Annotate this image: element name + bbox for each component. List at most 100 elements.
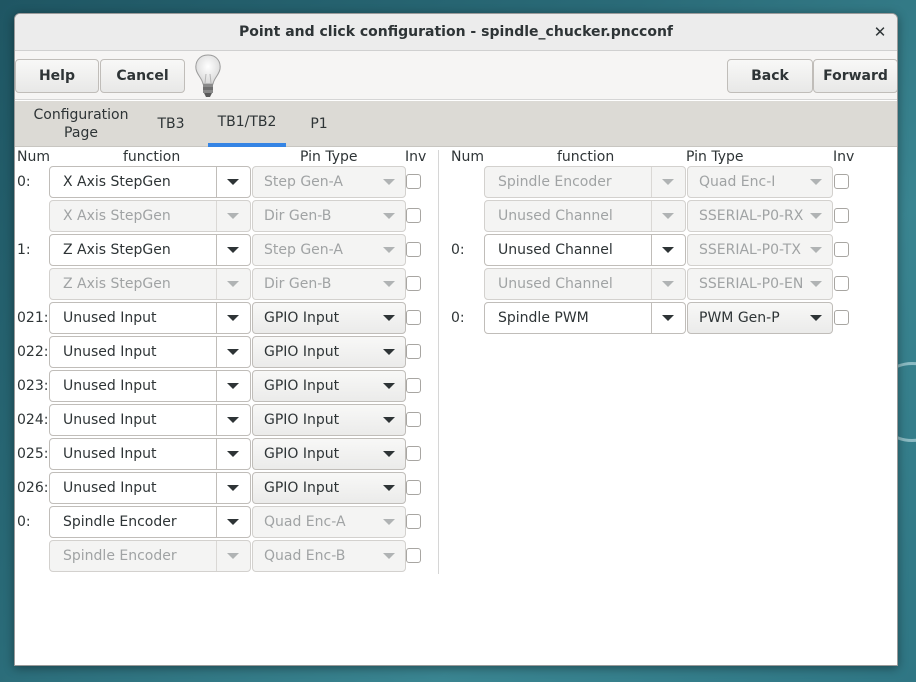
chevron-down-icon[interactable] (227, 519, 239, 525)
pin-type-dropdown[interactable]: Step Gen-A (252, 166, 406, 198)
function-combo[interactable]: Spindle Encoder (49, 506, 251, 538)
invert-checkbox[interactable] (834, 174, 849, 189)
chevron-down-icon[interactable] (227, 485, 239, 491)
chevron-down-icon[interactable] (383, 519, 395, 525)
pin-type-dropdown[interactable]: GPIO Input (252, 370, 406, 402)
pin-type-dropdown[interactable]: GPIO Input (252, 472, 406, 504)
tab-p1[interactable]: P1 (299, 101, 339, 147)
pin-type-value: Quad Enc-A (264, 514, 346, 530)
function-combo[interactable]: Unused Input (49, 302, 251, 334)
invert-checkbox[interactable] (834, 310, 849, 325)
chevron-down-icon[interactable] (383, 451, 395, 457)
chevron-down-icon[interactable] (383, 179, 395, 185)
chevron-down-icon[interactable] (227, 247, 239, 253)
chevron-down-icon[interactable] (383, 281, 395, 287)
function-combo[interactable]: Spindle Encoder (49, 540, 251, 572)
chevron-down-icon[interactable] (383, 383, 395, 389)
invert-checkbox[interactable] (406, 242, 421, 257)
chevron-down-icon[interactable] (383, 485, 395, 491)
chevron-down-icon[interactable] (227, 315, 239, 321)
function-combo[interactable]: Spindle PWM (484, 302, 686, 334)
function-combo[interactable]: Unused Input (49, 336, 251, 368)
pin-type-dropdown[interactable]: Quad Enc-I (687, 166, 833, 198)
chevron-down-icon[interactable] (227, 213, 239, 219)
invert-checkbox[interactable] (406, 208, 421, 223)
pin-type-dropdown[interactable]: GPIO Input (252, 404, 406, 436)
function-combo[interactable]: Unused Input (49, 404, 251, 436)
invert-checkbox[interactable] (406, 412, 421, 427)
chevron-down-icon[interactable] (383, 213, 395, 219)
pin-type-value: GPIO Input (264, 412, 340, 428)
invert-checkbox[interactable] (834, 242, 849, 257)
pin-type-dropdown[interactable]: SSERIAL-P0-RX (687, 200, 833, 232)
invert-checkbox[interactable] (834, 276, 849, 291)
chevron-down-icon[interactable] (662, 315, 674, 321)
forward-button[interactable]: Forward (813, 59, 897, 93)
tab-configuration-page[interactable]: Configuration Page (28, 101, 134, 147)
left-header-num: Num (17, 149, 50, 165)
pin-type-dropdown[interactable]: Quad Enc-B (252, 540, 406, 572)
function-combo[interactable]: X Axis StepGen (49, 200, 251, 232)
invert-checkbox[interactable] (406, 514, 421, 529)
chevron-down-icon[interactable] (227, 179, 239, 185)
chevron-down-icon[interactable] (227, 349, 239, 355)
chevron-down-icon[interactable] (383, 349, 395, 355)
function-combo[interactable]: Spindle Encoder (484, 166, 686, 198)
back-button[interactable]: Back (727, 59, 813, 93)
function-combo[interactable]: Unused Input (49, 438, 251, 470)
chevron-down-icon[interactable] (810, 179, 822, 185)
chevron-down-icon[interactable] (810, 247, 822, 253)
pin-type-dropdown[interactable]: Dir Gen-B (252, 268, 406, 300)
invert-checkbox[interactable] (406, 480, 421, 495)
invert-checkbox[interactable] (406, 276, 421, 291)
invert-checkbox[interactable] (406, 174, 421, 189)
close-icon[interactable]: ✕ (869, 21, 891, 43)
chevron-down-icon[interactable] (383, 315, 395, 321)
chevron-down-icon[interactable] (227, 383, 239, 389)
pin-number: 022: (17, 344, 49, 360)
chevron-down-icon[interactable] (810, 281, 822, 287)
function-combo[interactable]: Unused Channel (484, 200, 686, 232)
function-value: Unused Channel (498, 208, 613, 224)
invert-checkbox[interactable] (834, 208, 849, 223)
pin-type-dropdown[interactable]: Quad Enc-A (252, 506, 406, 538)
chevron-down-icon[interactable] (662, 247, 674, 253)
chevron-down-icon[interactable] (662, 281, 674, 287)
function-combo[interactable]: Z Axis StepGen (49, 268, 251, 300)
pin-type-dropdown[interactable]: GPIO Input (252, 302, 406, 334)
chevron-down-icon[interactable] (383, 247, 395, 253)
chevron-down-icon[interactable] (810, 315, 822, 321)
function-combo[interactable]: Unused Channel (484, 268, 686, 300)
tab-tb3[interactable]: TB3 (146, 101, 196, 147)
cancel-button[interactable]: Cancel (100, 59, 185, 93)
invert-checkbox[interactable] (406, 310, 421, 325)
invert-checkbox[interactable] (406, 548, 421, 563)
chevron-down-icon[interactable] (227, 451, 239, 457)
chevron-down-icon[interactable] (227, 553, 239, 559)
pin-type-dropdown[interactable]: Dir Gen-B (252, 200, 406, 232)
invert-checkbox[interactable] (406, 446, 421, 461)
chevron-down-icon[interactable] (383, 417, 395, 423)
invert-checkbox[interactable] (406, 378, 421, 393)
function-combo[interactable]: Unused Channel (484, 234, 686, 266)
pin-type-dropdown[interactable]: SSERIAL-P0-EN (687, 268, 833, 300)
chevron-down-icon[interactable] (227, 417, 239, 423)
tab-bar: Configuration Page TB3 TB1/TB2 P1 (15, 101, 897, 147)
function-combo[interactable]: Unused Input (49, 472, 251, 504)
pin-type-dropdown[interactable]: PWM Gen-P (687, 302, 833, 334)
chevron-down-icon[interactable] (662, 179, 674, 185)
chevron-down-icon[interactable] (810, 213, 822, 219)
pin-type-dropdown[interactable]: SSERIAL-P0-TX (687, 234, 833, 266)
help-button[interactable]: Help (15, 59, 99, 93)
function-combo[interactable]: X Axis StepGen (49, 166, 251, 198)
pin-type-dropdown[interactable]: GPIO Input (252, 336, 406, 368)
function-combo[interactable]: Z Axis StepGen (49, 234, 251, 266)
pin-type-dropdown[interactable]: GPIO Input (252, 438, 406, 470)
function-combo[interactable]: Unused Input (49, 370, 251, 402)
chevron-down-icon[interactable] (227, 281, 239, 287)
pin-type-dropdown[interactable]: Step Gen-A (252, 234, 406, 266)
tab-tb1-tb2[interactable]: TB1/TB2 (208, 101, 286, 147)
chevron-down-icon[interactable] (662, 213, 674, 219)
invert-checkbox[interactable] (406, 344, 421, 359)
chevron-down-icon[interactable] (383, 553, 395, 559)
